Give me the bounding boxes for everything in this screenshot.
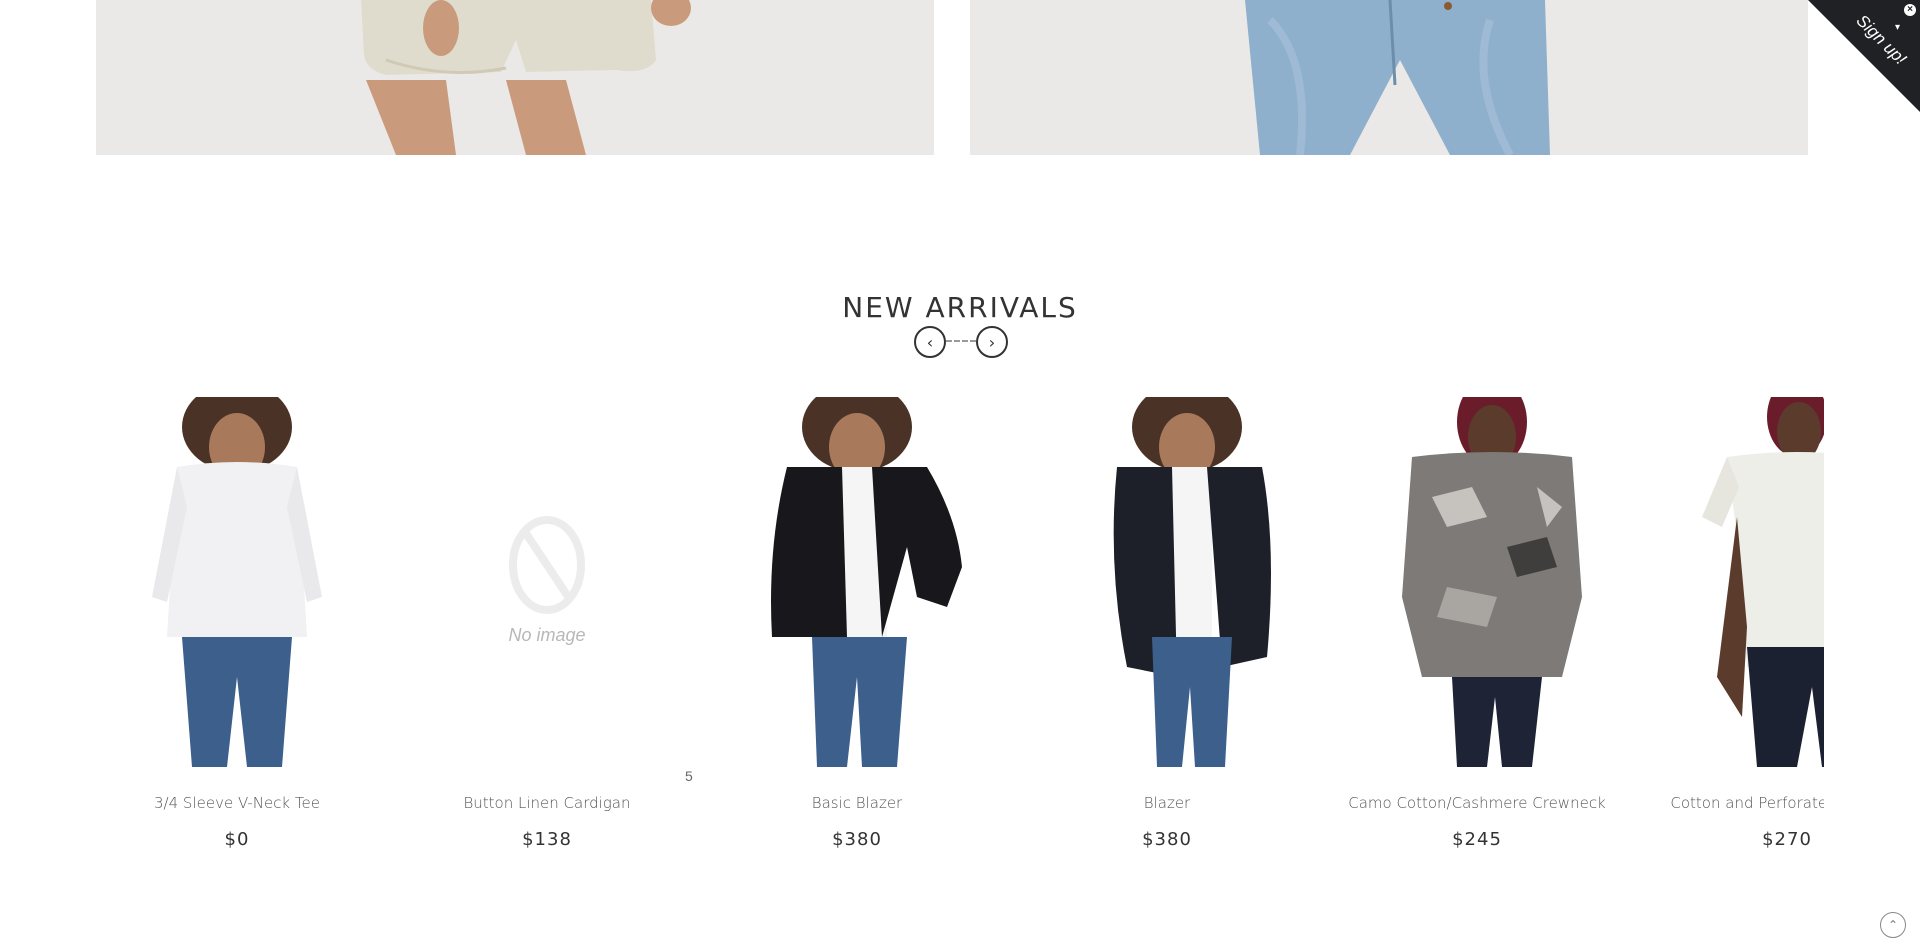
product-photo-black-blazer — [717, 397, 997, 767]
scroll-to-top-icon[interactable]: ⌃ — [1880, 912, 1906, 938]
caret-down-icon: ▾ — [1894, 22, 1900, 33]
product-carousel: 3/4 Sleeve V-Neck Tee $0 No image Button… — [0, 397, 1824, 897]
product-image[interactable]: No image — [407, 397, 687, 767]
signup-ribbon[interactable]: × ▾ Sign up! — [1808, 0, 1920, 112]
section-title: NEW ARRIVALS — [842, 291, 1078, 325]
product-price: $380 — [832, 829, 882, 850]
product-card[interactable]: Cotton and Perforated Leat Tee $270 — [1637, 397, 1824, 850]
product-image[interactable] — [1647, 397, 1824, 767]
product-card[interactable]: Camo Cotton/Cashmere Crewneck $245 — [1327, 397, 1627, 850]
hero-banner-jeans[interactable] — [970, 0, 1808, 155]
no-image-icon — [407, 397, 687, 767]
product-price: $0 — [224, 829, 250, 850]
product-card[interactable]: Basic Blazer $380 — [707, 397, 1007, 850]
product-image[interactable] — [1337, 397, 1617, 767]
chevron-left-icon[interactable]: ‹ — [914, 326, 946, 358]
hero-jeans-image — [970, 0, 1808, 155]
product-image[interactable] — [717, 397, 997, 767]
carousel-nav: ‹ › — [914, 326, 1008, 358]
page: × ▾ Sign up! NEW ARRIVALS ‹ › 3/4 Sleeve… — [0, 0, 1920, 950]
close-icon[interactable]: × — [1904, 4, 1916, 16]
product-photo-white-tee — [97, 397, 377, 767]
product-name[interactable]: Button Linen Cardigan — [397, 791, 697, 815]
product-name[interactable]: 3/4 Sleeve V-Neck Tee — [87, 791, 387, 815]
product-name[interactable]: Cotton and Perforated Leat Tee — [1637, 791, 1824, 815]
chevron-right-icon[interactable]: › — [976, 326, 1008, 358]
no-image-label: No image — [508, 625, 586, 645]
product-price: $245 — [1452, 829, 1502, 850]
product-photo-white-perforated-tee — [1647, 397, 1824, 767]
product-photo-camo-crewneck — [1337, 397, 1617, 767]
product-card[interactable]: Blazer $380 — [1017, 397, 1317, 850]
product-count-label: 5 — [685, 768, 693, 784]
product-price: $270 — [1762, 829, 1812, 850]
carousel-divider — [946, 340, 976, 342]
product-photo-navy-blazer — [1027, 397, 1307, 767]
product-name[interactable]: Basic Blazer — [707, 791, 1007, 815]
product-card[interactable]: 3/4 Sleeve V-Neck Tee $0 — [87, 397, 387, 850]
product-image[interactable] — [97, 397, 377, 767]
hero-shorts-image — [96, 0, 934, 155]
product-image[interactable] — [1027, 397, 1307, 767]
hero-banner-shorts[interactable] — [96, 0, 934, 155]
product-name[interactable]: Camo Cotton/Cashmere Crewneck — [1327, 791, 1627, 815]
product-name[interactable]: Blazer — [1017, 791, 1317, 815]
product-card[interactable]: No image Button Linen Cardigan $138 — [397, 397, 697, 850]
product-price: $380 — [1142, 829, 1192, 850]
product-price: $138 — [522, 829, 572, 850]
